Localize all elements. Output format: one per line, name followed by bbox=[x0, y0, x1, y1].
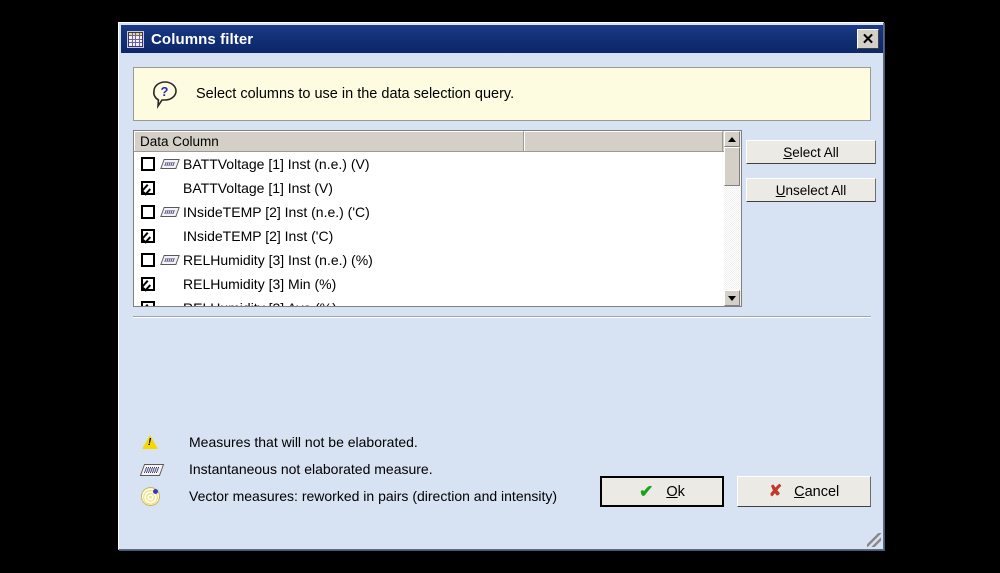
divider bbox=[133, 316, 871, 318]
scroll-down-arrow-icon[interactable] bbox=[724, 290, 740, 306]
close-x-icon: ✘ bbox=[768, 482, 783, 500]
select-all-label: elect All bbox=[792, 144, 839, 160]
list-item[interactable]: INsideTEMP [2] Inst ('C) bbox=[134, 224, 724, 248]
row-checkbox[interactable] bbox=[141, 301, 155, 306]
select-all-button[interactable]: Select All bbox=[746, 140, 876, 164]
list-item-label: RELHumidity [3] Ave (%) bbox=[183, 300, 337, 306]
legend-item-instantaneous: Instantaneous not elaborated measure. bbox=[139, 458, 433, 480]
legend-text-instantaneous: Instantaneous not elaborated measure. bbox=[189, 461, 433, 477]
list-header: Data Column bbox=[134, 131, 724, 152]
row-checkbox[interactable] bbox=[141, 229, 155, 243]
hint-panel: ? Select columns to use in the data sele… bbox=[133, 67, 871, 121]
scroll-up-arrow-icon[interactable] bbox=[724, 131, 740, 147]
list-item[interactable]: BATTVoltage [1] Inst (n.e.) (V) bbox=[134, 152, 724, 176]
unselect-all-button[interactable]: Unselect All bbox=[746, 178, 876, 202]
row-mark-none bbox=[161, 228, 181, 244]
ok-accel: O bbox=[666, 483, 678, 500]
ok-label: k bbox=[677, 483, 685, 500]
row-checkbox[interactable] bbox=[141, 205, 155, 219]
select-all-accel: S bbox=[783, 144, 793, 160]
data-column-list[interactable]: Data Column BATTVoltage [1] Inst (n.e.) … bbox=[133, 130, 724, 307]
check-icon: ✔ bbox=[639, 482, 654, 501]
list-item[interactable]: INsideTEMP [2] Inst (n.e.) ('C) bbox=[134, 200, 724, 224]
resize-grip[interactable] bbox=[867, 533, 881, 547]
cancel-accel: C bbox=[794, 483, 805, 500]
legend-item-warning: Measures that will not be elaborated. bbox=[139, 431, 418, 453]
columns-filter-dialog: Columns filter ✕ ? Select columns to use… bbox=[118, 22, 884, 550]
warning-triangle-icon bbox=[139, 431, 165, 453]
instantaneous-icon bbox=[160, 156, 181, 172]
cancel-label: ancel bbox=[804, 483, 840, 500]
list-item-label: INsideTEMP [2] Inst ('C) bbox=[183, 228, 334, 244]
unselect-all-accel: U bbox=[775, 182, 786, 198]
instantaneous-icon bbox=[160, 252, 181, 268]
scrollbar-thumb[interactable] bbox=[724, 147, 740, 186]
list-item-label: BATTVoltage [1] Inst (n.e.) (V) bbox=[183, 156, 370, 172]
row-mark-none bbox=[161, 276, 181, 292]
row-checkbox[interactable] bbox=[141, 181, 155, 195]
legend-text-vector: Vector measures: reworked in pairs (dire… bbox=[189, 488, 558, 504]
scrollbar-track[interactable] bbox=[724, 147, 741, 290]
list-item-label: RELHumidity [3] Inst (n.e.) (%) bbox=[183, 252, 373, 268]
row-checkbox[interactable] bbox=[141, 157, 155, 171]
list-item-label: INsideTEMP [2] Inst (n.e.) ('C) bbox=[183, 204, 370, 220]
title-bar[interactable]: Columns filter ✕ bbox=[121, 25, 883, 53]
vector-target-icon bbox=[139, 485, 165, 507]
window-title: Columns filter bbox=[151, 30, 254, 48]
row-mark-none bbox=[161, 300, 181, 306]
unselect-all-label: nselect All bbox=[785, 182, 847, 198]
ok-button[interactable]: ✔ Ok bbox=[600, 476, 724, 507]
list-vertical-scrollbar[interactable] bbox=[724, 130, 742, 307]
instantaneous-icon bbox=[160, 204, 181, 220]
legend-item-vector: Vector measures: reworked in pairs (dire… bbox=[139, 485, 557, 507]
list-item-label: RELHumidity [3] Min (%) bbox=[183, 276, 337, 292]
row-mark-none bbox=[161, 180, 181, 196]
list-item[interactable]: BATTVoltage [1] Inst (V) bbox=[134, 176, 724, 200]
column-header-blank[interactable] bbox=[524, 131, 723, 151]
list-item[interactable]: RELHumidity [3] Ave (%) bbox=[134, 296, 724, 306]
close-icon[interactable]: ✕ bbox=[857, 29, 879, 49]
instantaneous-icon bbox=[139, 458, 165, 480]
list-item[interactable]: RELHumidity [3] Inst (n.e.) (%) bbox=[134, 248, 724, 272]
list-item[interactable]: RELHumidity [3] Min (%) bbox=[134, 272, 724, 296]
cancel-button[interactable]: ✘ Cancel bbox=[737, 476, 871, 507]
hint-text: Select columns to use in the data select… bbox=[196, 86, 515, 102]
svg-text:?: ? bbox=[161, 84, 169, 99]
row-checkbox[interactable] bbox=[141, 277, 155, 291]
grid-table-icon bbox=[127, 30, 144, 48]
column-header-data-column[interactable]: Data Column bbox=[134, 131, 524, 151]
row-checkbox[interactable] bbox=[141, 253, 155, 267]
legend-text-warning: Measures that will not be elaborated. bbox=[189, 434, 418, 450]
question-balloon-icon: ? bbox=[150, 79, 180, 109]
list-item-label: BATTVoltage [1] Inst (V) bbox=[183, 180, 333, 196]
list-body: BATTVoltage [1] Inst (n.e.) (V) BATTVolta… bbox=[134, 152, 724, 306]
